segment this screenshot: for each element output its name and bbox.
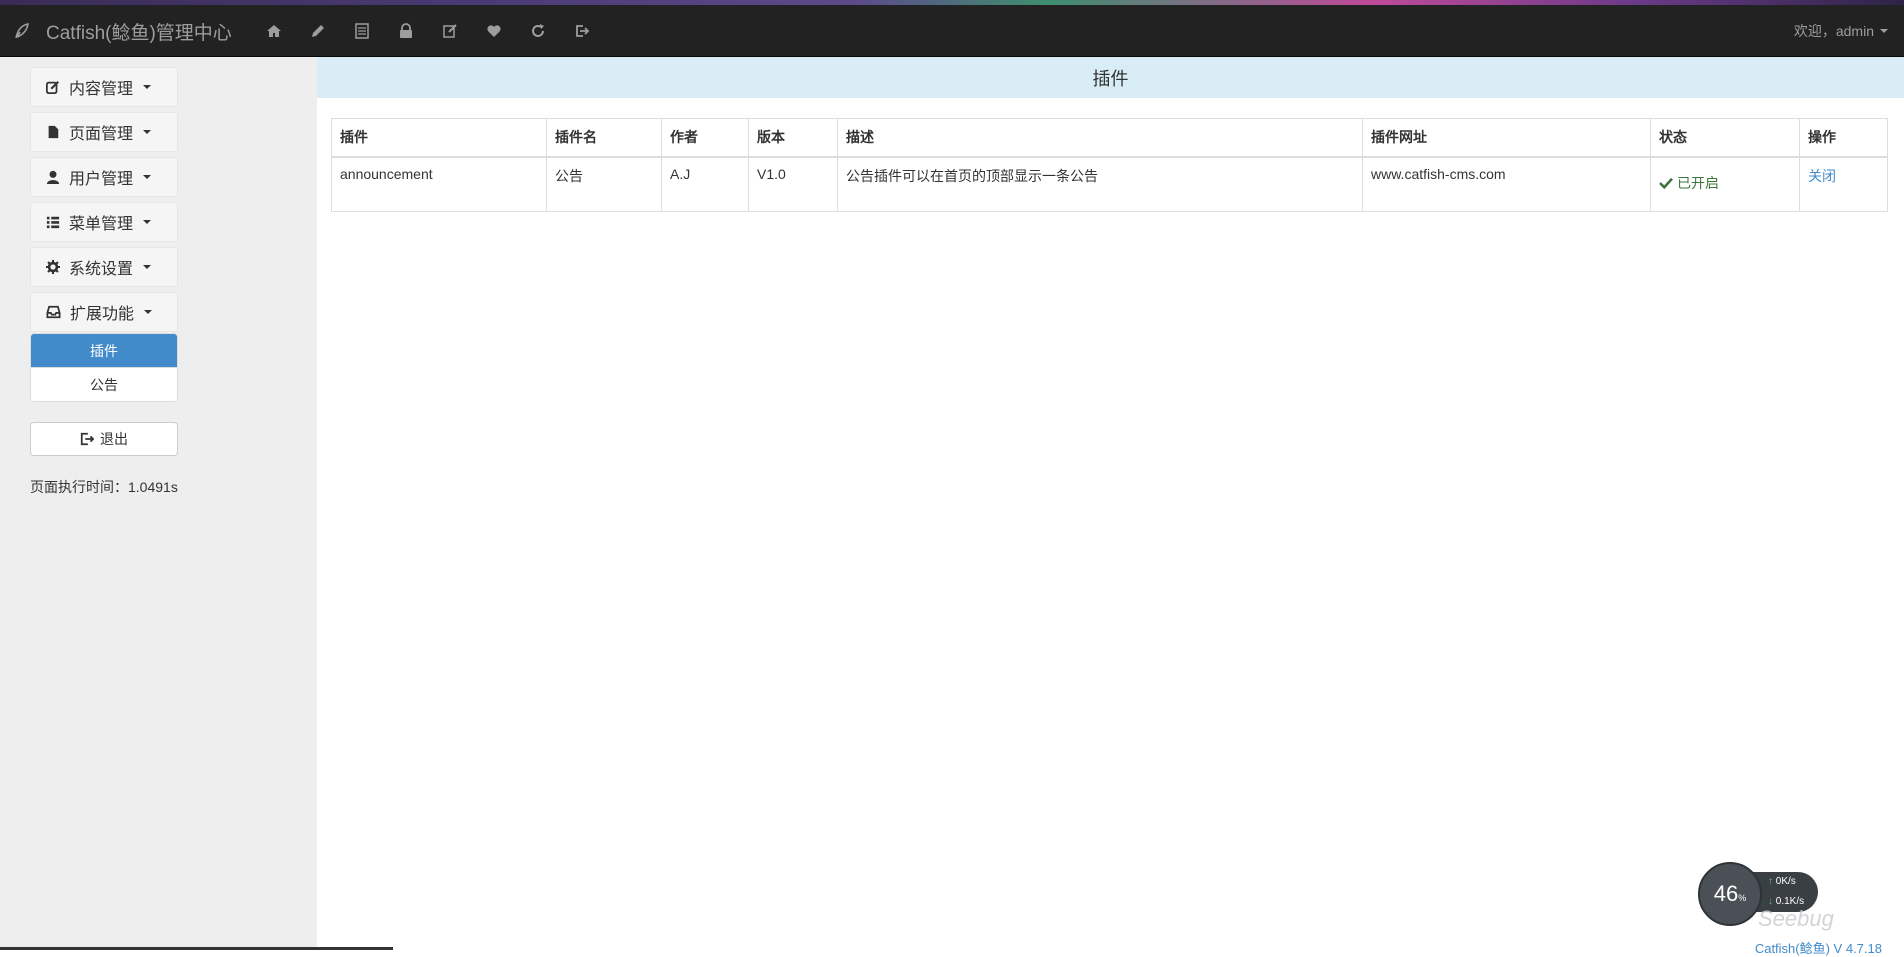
table-row: announcement 公告 A.J V1.0 公告插件可以在首页的顶部显示一… — [331, 156, 1888, 212]
caret-down-icon — [143, 85, 152, 89]
column-header: 描述 — [837, 118, 1363, 158]
brand[interactable]: Catfish(鲶鱼)管理中心 — [14, 5, 232, 57]
heart-icon[interactable] — [472, 5, 516, 57]
submenu-item-plugins[interactable]: 插件 — [31, 334, 177, 367]
inbox-icon — [46, 305, 61, 319]
plugins-table: 插件 插件名 作者 版本 描述 插件网址 状态 操作 announcement … — [331, 118, 1888, 212]
lock-icon[interactable] — [384, 5, 428, 57]
cpu-percent: 46 — [1713, 881, 1739, 906]
file-icon — [48, 125, 59, 139]
plugin-url-cell: www.catfish-cms.com — [1362, 156, 1651, 212]
plugin-version-cell: V1.0 — [748, 156, 838, 212]
menu-label: 系统设置 — [69, 261, 134, 278]
leaf-icon — [15, 22, 29, 39]
check-icon — [1659, 177, 1673, 189]
menu-system-settings[interactable]: 系统设置 — [30, 247, 178, 287]
plugin-description-cell: 公告插件可以在首页的顶部显示一条公告 — [837, 156, 1363, 212]
edit-icon — [46, 81, 59, 94]
user-icon — [46, 170, 60, 184]
list-icon — [46, 216, 60, 229]
submenu-item-announcement[interactable]: 公告 — [31, 367, 177, 401]
column-header: 插件网址 — [1362, 118, 1651, 158]
column-header: 作者 — [661, 118, 749, 158]
navbar: Catfish(鲶鱼)管理中心 欢迎，admin — [0, 5, 1904, 57]
sidebar: 内容管理 页面管理 用户管理 菜单管理 系统设置 扩展功能 插件 公告 退出 页… — [0, 57, 317, 950]
page-title: 插件 — [317, 57, 1904, 98]
refresh-icon[interactable] — [516, 5, 560, 57]
home-icon[interactable] — [252, 5, 296, 57]
brand-title: Catfish(鲶鱼)管理中心 — [46, 22, 232, 44]
menu-label: 菜单管理 — [69, 216, 134, 233]
page-exec-time: 页面执行时间：1.0491s — [30, 479, 178, 495]
welcome-text: 欢迎，admin — [1793, 23, 1874, 39]
column-header: 版本 — [748, 118, 838, 158]
gear-icon — [46, 260, 60, 274]
column-header: 操作 — [1799, 118, 1888, 158]
logout-icon — [80, 432, 94, 446]
menu-page-management[interactable]: 页面管理 — [30, 112, 178, 152]
plugin-name-cell: 公告 — [546, 156, 662, 212]
arrow-up-icon: ↑ — [1768, 876, 1773, 887]
menu-content-management[interactable]: 内容管理 — [30, 67, 178, 107]
pencil-icon[interactable] — [296, 5, 340, 57]
logout-button[interactable]: 退出 — [30, 422, 178, 456]
seebug-watermark: Seebug — [1758, 906, 1834, 931]
menu-label: 用户管理 — [69, 171, 134, 188]
upload-speed-value: 0K/s — [1775, 876, 1796, 887]
menu-label: 页面管理 — [69, 126, 134, 143]
table-header-row: 插件 插件名 作者 版本 描述 插件网址 状态 操作 — [331, 118, 1888, 158]
column-header: 插件名 — [546, 118, 662, 158]
caret-down-icon — [143, 130, 152, 134]
edit-icon[interactable] — [428, 5, 472, 57]
logout-icon[interactable] — [560, 5, 604, 57]
logout-label: 退出 — [100, 431, 128, 447]
disable-plugin-link[interactable]: 关闭 — [1808, 168, 1836, 184]
status-text: 已开启 — [1677, 175, 1719, 191]
main-content: 插件 插件 插件名 作者 版本 描述 插件网址 状态 操作 announceme… — [317, 57, 1904, 950]
cpu-usage-gauge: 46% — [1698, 862, 1762, 926]
menu-label: 内容管理 — [69, 81, 134, 98]
caret-down-icon — [143, 265, 152, 269]
cpu-percent-unit: % — [1738, 893, 1747, 903]
menu-label: 扩展功能 — [70, 306, 135, 323]
menu-menu-management[interactable]: 菜单管理 — [30, 202, 178, 242]
upload-speed: ↑ 0K/s — [1768, 876, 1796, 887]
column-header: 插件 — [331, 118, 547, 158]
plugin-action-cell: 关闭 — [1799, 156, 1888, 212]
user-dropdown[interactable]: 欢迎，admin — [1794, 5, 1888, 57]
list-icon[interactable] — [340, 5, 384, 57]
footer-version[interactable]: Catfish(鲶鱼) V 4.7.18 — [1755, 938, 1882, 957]
plugin-author-cell: A.J — [661, 156, 749, 212]
column-header: 状态 — [1650, 118, 1800, 158]
caret-down-icon — [1880, 29, 1888, 33]
status-badge: 已开启 — [1659, 173, 1719, 193]
extensions-submenu: 插件 公告 — [30, 333, 178, 402]
caret-down-icon — [143, 220, 152, 224]
nav-icon-bar — [252, 5, 604, 57]
menu-user-management[interactable]: 用户管理 — [30, 157, 178, 197]
caret-down-icon — [143, 175, 152, 179]
plugin-id-cell: announcement — [331, 156, 547, 212]
plugin-status-cell: 已开启 — [1650, 156, 1800, 212]
caret-down-icon — [144, 310, 153, 314]
menu-extensions[interactable]: 扩展功能 — [30, 292, 178, 332]
